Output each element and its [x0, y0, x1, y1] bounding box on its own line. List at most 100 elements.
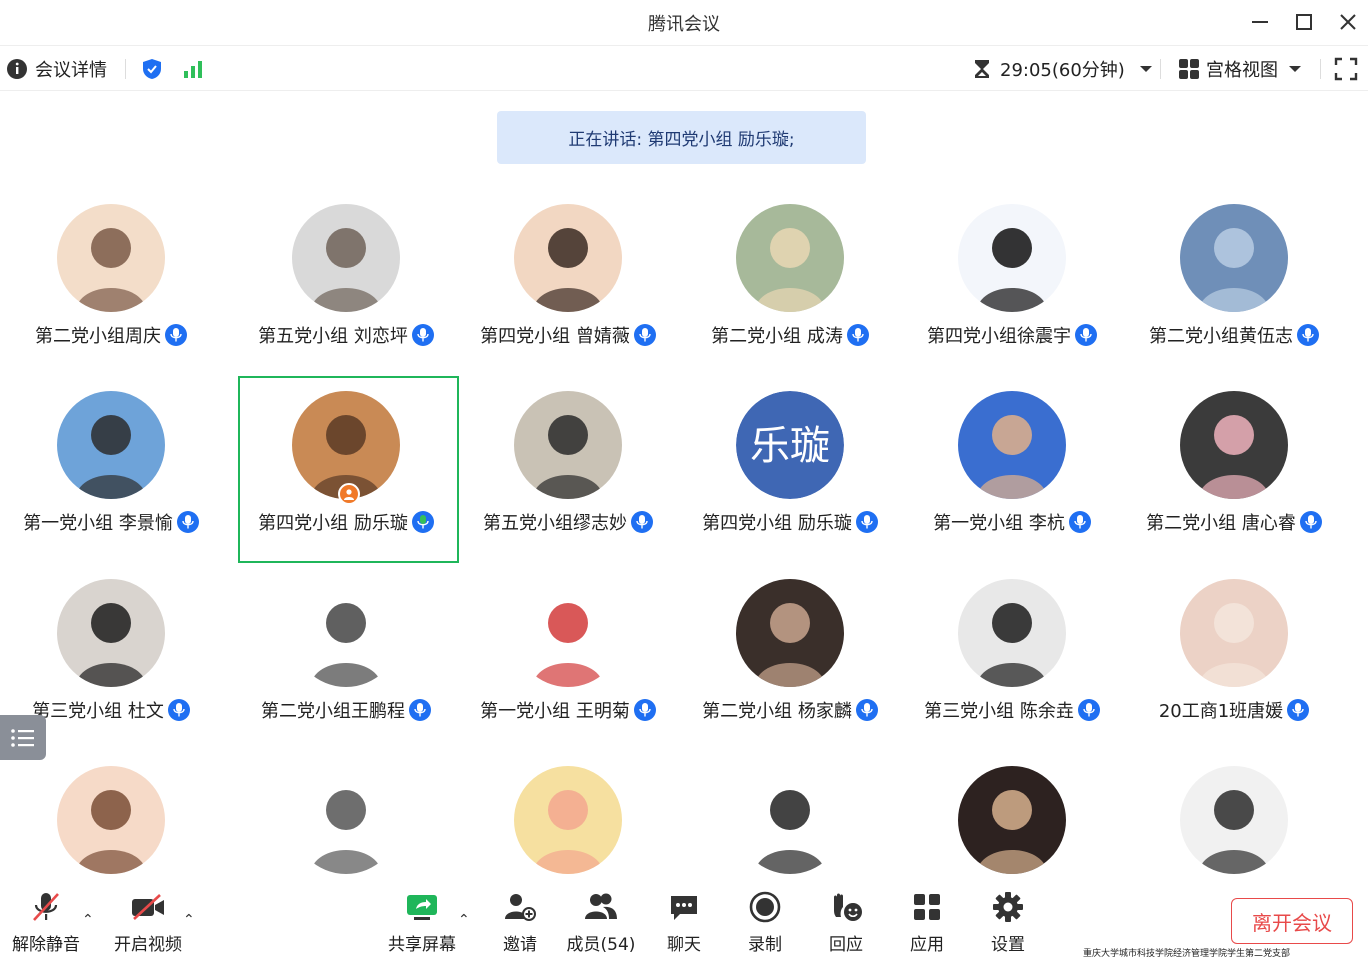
meeting-timer[interactable]: 29:05(60分钟)	[972, 54, 1153, 84]
hourglass-icon	[975, 60, 989, 78]
mic-icon	[167, 699, 190, 721]
fullscreen-icon	[1334, 57, 1358, 81]
maximize-icon	[1296, 14, 1312, 30]
members-label: 成员(54)	[566, 935, 636, 955]
share-screen-label: 共享屏幕	[388, 935, 456, 955]
mic-icon	[846, 324, 869, 346]
participant-tile[interactable]: 第五党小组缪志妙	[457, 377, 679, 563]
mic-icon	[176, 511, 199, 533]
participant-name-row: 第一党小组 李景愉	[0, 509, 222, 535]
avatar	[292, 204, 400, 312]
participant-name-row: 第五党小组缪志妙	[457, 509, 679, 535]
participant-name: 第一党小组 李景愉	[23, 513, 173, 534]
participant-name: 第二党小组王鹏程	[261, 701, 405, 722]
gear-icon	[993, 891, 1023, 922]
participant-name: 第二党小组 杨家麟	[702, 701, 852, 722]
camera-off-icon	[132, 893, 164, 920]
participant-name: 第一党小组 王明菊	[480, 701, 630, 722]
close-button[interactable]	[1334, 8, 1362, 36]
members-button[interactable]: 成员(54)	[566, 887, 636, 955]
info-bar: 会议详情 29:05(60分钟) 宫格视图	[0, 45, 1368, 91]
participant-tile[interactable]: 第二党小组 成涛	[679, 190, 901, 376]
participant-name-row: 第二党小组 唐心睿	[1123, 509, 1345, 535]
participant-tile[interactable]: 第二党小组 唐心睿	[1123, 377, 1345, 563]
participant-name: 20工商1班唐媛	[1158, 701, 1284, 722]
side-panel-toggle[interactable]	[0, 715, 46, 760]
chevron-down-icon	[1289, 66, 1301, 72]
participant-tile[interactable]: 第一党小组 李景愉	[0, 377, 222, 563]
avatar	[514, 204, 622, 312]
record-label: 录制	[748, 935, 782, 955]
avatar	[958, 391, 1066, 499]
settings-button[interactable]: 设置	[984, 887, 1032, 955]
participant-name: 第四党小组 曾婧薇	[480, 326, 630, 347]
start-video-button[interactable]: 开启视频	[110, 887, 186, 955]
participant-name-row: 第四党小组 励乐璇	[679, 509, 901, 535]
title-bar: 腾讯会议	[0, 0, 1368, 45]
audio-options-caret[interactable]: ⌃	[82, 912, 94, 928]
participant-name: 第三党小组 陈余垚	[924, 701, 1074, 722]
participant-name-row: 第一党小组 王明菊	[457, 697, 679, 723]
participant-tile[interactable]: 第二党小组周庆	[0, 190, 222, 376]
apps-icon	[914, 893, 940, 920]
avatar	[57, 579, 165, 687]
participant-tile[interactable]: 第二党小组黄伍志	[1123, 190, 1345, 376]
participant-tile[interactable]: 第一党小组 王明菊	[457, 565, 679, 751]
apps-button[interactable]: 应用	[903, 887, 951, 955]
share-options-caret[interactable]: ⌃	[458, 912, 470, 928]
minimize-button[interactable]	[1246, 8, 1274, 36]
avatar	[57, 204, 165, 312]
mic-icon	[1297, 324, 1319, 346]
meeting-details-button[interactable]: 会议详情	[6, 54, 107, 84]
avatar	[292, 766, 400, 874]
chat-button[interactable]: 聊天	[660, 887, 708, 955]
close-icon	[1340, 14, 1356, 30]
person-icon	[344, 489, 354, 500]
participant-name: 第二党小组 成涛	[711, 326, 843, 347]
avatar	[1180, 204, 1288, 312]
video-options-caret[interactable]: ⌃	[183, 912, 195, 928]
security-button[interactable]	[140, 54, 164, 84]
mic-muted-icon	[33, 892, 59, 921]
mic-icon	[1077, 699, 1100, 721]
unmute-label: 解除静音	[12, 935, 80, 955]
unmute-button[interactable]: 解除静音	[8, 887, 84, 955]
avatar	[514, 391, 622, 499]
window-title: 腾讯会议	[648, 14, 720, 35]
fullscreen-button[interactable]	[1334, 54, 1358, 84]
maximize-button[interactable]	[1290, 8, 1318, 36]
participant-tile[interactable]: 20工商1班唐媛	[1123, 565, 1345, 751]
participant-tile[interactable]: 第四党小组 曾婧薇	[457, 190, 679, 376]
view-mode-button[interactable]: 宫格视图	[1178, 54, 1302, 84]
active-speaker-frame	[238, 376, 459, 563]
participant-tile[interactable]: 第二党小组王鹏程	[235, 565, 457, 751]
chat-icon	[671, 895, 697, 920]
avatar	[958, 579, 1066, 687]
avatar	[1180, 766, 1288, 874]
add-user-icon	[505, 893, 536, 921]
host-badge	[338, 483, 360, 505]
leave-meeting-button[interactable]: 离开会议	[1231, 898, 1353, 944]
share-screen-button[interactable]: 共享屏幕	[385, 887, 459, 955]
shield-icon	[143, 59, 161, 79]
participant-tile[interactable]: 乐璇 第四党小组 励乐璇	[679, 377, 901, 563]
record-button[interactable]: 录制	[741, 887, 789, 955]
avatar	[1180, 391, 1288, 499]
participant-tile[interactable]: 第四党小组徐震宇	[901, 190, 1123, 376]
participant-name: 第四党小组 励乐璇	[702, 513, 852, 534]
participant-tile[interactable]: 第二党小组 杨家麟	[679, 565, 901, 751]
invite-button[interactable]: 邀请	[496, 887, 544, 955]
participant-tile[interactable]: 第三党小组 陈余垚	[901, 565, 1123, 751]
participant-tile[interactable]: 第五党小组 刘恋坪	[235, 190, 457, 376]
mic-icon	[855, 699, 878, 721]
participant-name-row: 第二党小组周庆	[0, 322, 222, 348]
network-status[interactable]	[182, 54, 204, 84]
participant-name-row: 第五党小组 刘恋坪	[235, 322, 457, 348]
react-button[interactable]: 回应	[822, 887, 870, 955]
participant-grid: 第二党小组周庆 第五党小组 刘恋坪 第四党小组 曾婧薇 第二党小组 成涛 第四党小组徐震…	[0, 190, 1368, 890]
mic-icon	[409, 699, 431, 721]
record-icon	[749, 891, 781, 922]
avatar	[514, 766, 622, 874]
participant-name-row: 第二党小组 成涛	[679, 322, 901, 348]
participant-tile[interactable]: 第一党小组 李杭	[901, 377, 1123, 563]
